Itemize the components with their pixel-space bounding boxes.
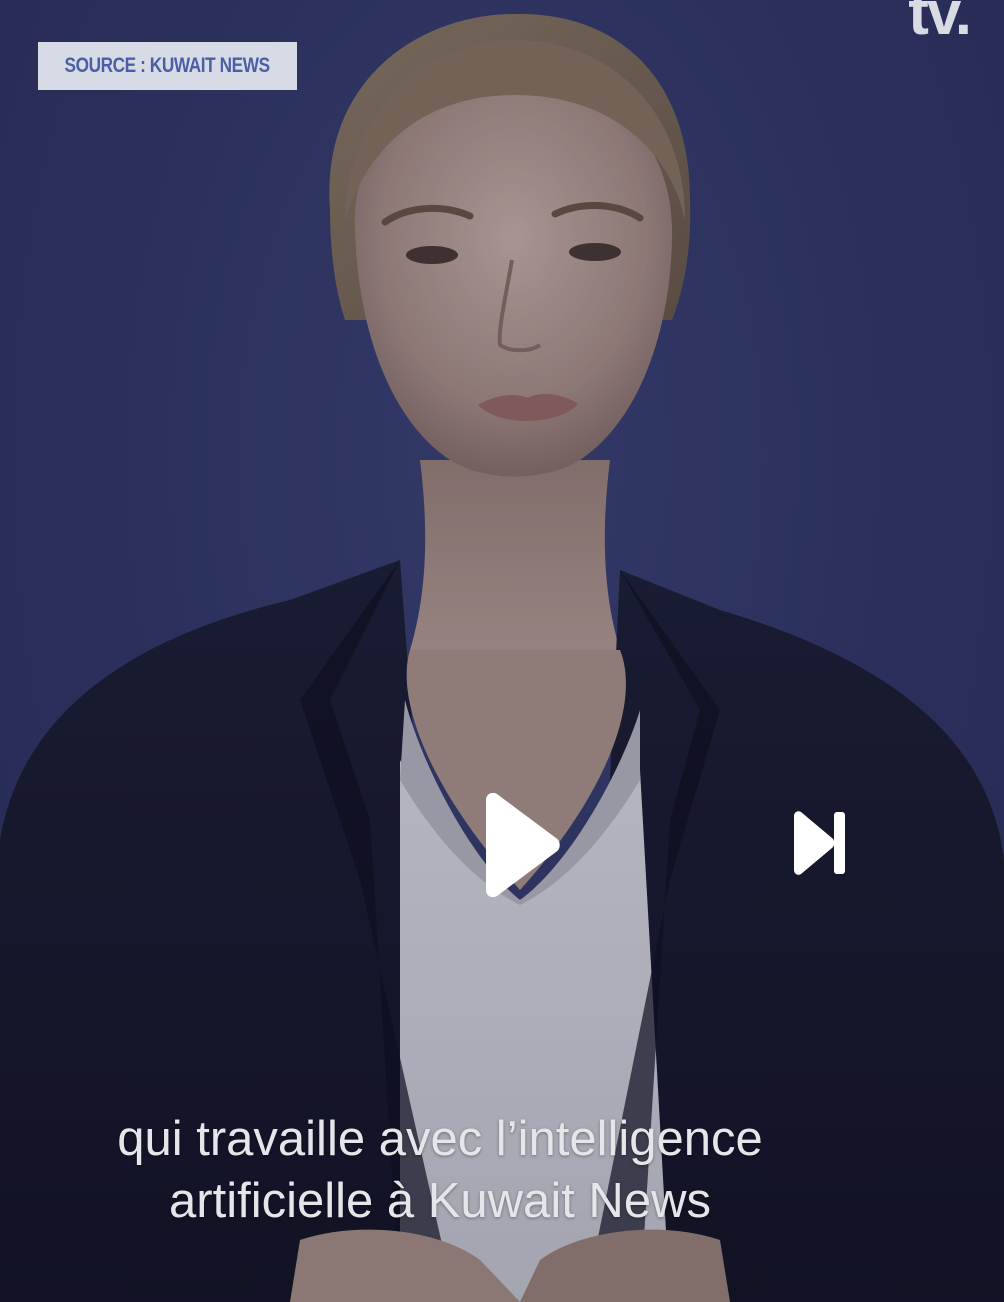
subtitles: qui travaille avec l’intelligence artifi… (0, 1108, 880, 1232)
source-label: SOURCE : KUWAIT NEWS (64, 54, 271, 77)
play-icon (486, 792, 560, 898)
video-dim-overlay (0, 0, 1004, 1302)
channel-logo: tv. (908, 0, 972, 48)
source-badge: SOURCE : KUWAIT NEWS (38, 42, 297, 90)
subtitle-line-1: qui travaille avec l’intelligence (117, 1112, 763, 1166)
play-button[interactable] (472, 790, 572, 900)
skip-next-icon (794, 811, 845, 875)
video-player[interactable]: SOURCE : KUWAIT NEWS tv. qui travaille a… (0, 0, 1004, 1302)
skip-next-button[interactable] (786, 808, 852, 878)
subtitle-line-2: artificielle à Kuwait News (169, 1174, 711, 1228)
